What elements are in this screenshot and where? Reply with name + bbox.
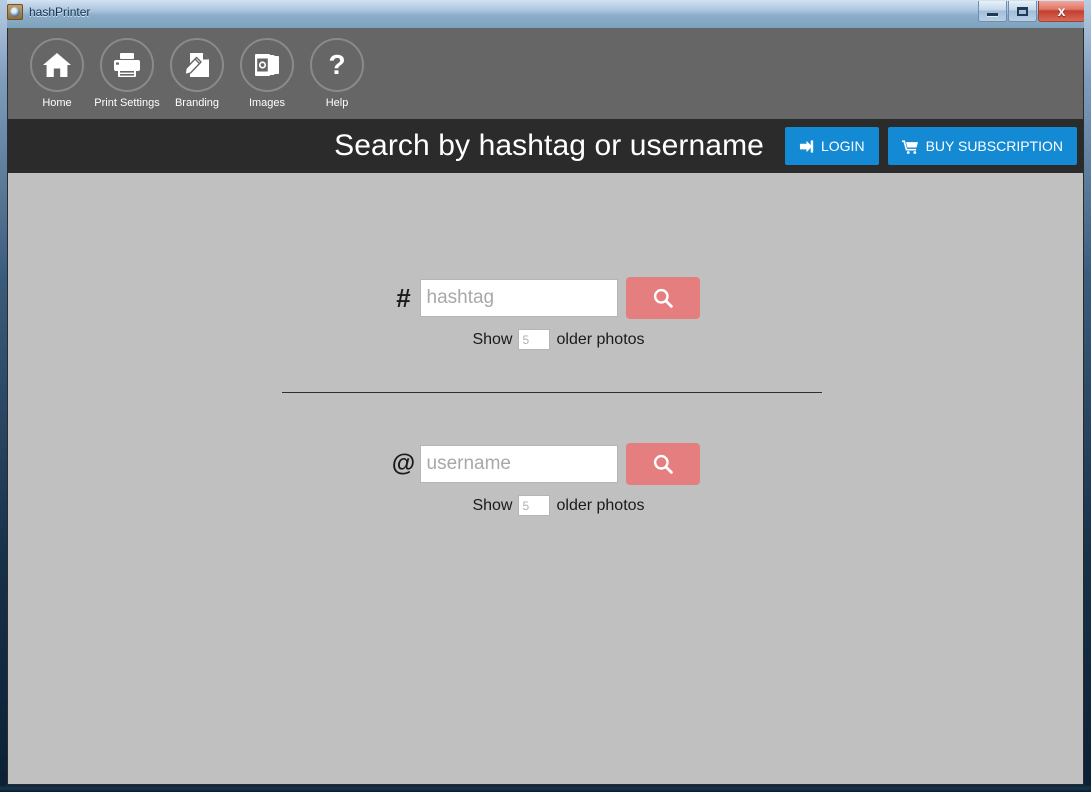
question-mark-icon: ? (310, 38, 364, 92)
username-show-older-row: Show older photos (446, 495, 645, 516)
hashtag-show-prefix-label: Show (472, 330, 513, 348)
hash-sigil-icon: # (396, 283, 411, 313)
search-icon (653, 454, 673, 474)
toolbar-label-print-settings: Print Settings (94, 97, 160, 109)
window-frame-bottom (0, 785, 1091, 792)
toolbar-item-print-settings[interactable]: Print Settings (92, 38, 162, 109)
title-bar[interactable]: hashPrinter x (0, 0, 1091, 28)
username-search-block: @ Show older photos (8, 443, 1083, 516)
hashtag-input[interactable] (419, 279, 618, 317)
username-show-prefix-label: Show (472, 496, 513, 514)
hashtag-older-count-input[interactable] (518, 329, 551, 350)
username-search-row: @ (392, 443, 700, 485)
page-header-bar: Search by hashtag or username LOGIN BUY … (8, 119, 1083, 173)
username-search-button[interactable] (625, 443, 700, 485)
minimize-icon (987, 12, 998, 16)
search-icon (653, 288, 673, 308)
toolbar-item-images[interactable]: Images (232, 38, 302, 109)
window-controls: x (978, 1, 1085, 22)
title-bar-content: hashPrinter (7, 4, 90, 20)
page-body: # Show older photos (8, 173, 1083, 784)
toolbar-item-home[interactable]: Home (22, 38, 92, 109)
window-title: hashPrinter (29, 5, 91, 19)
username-show-suffix-label: older photos (556, 496, 645, 514)
page-title: Search by hashtag or username (334, 129, 764, 162)
hashtag-show-older-row: Show older photos (446, 329, 645, 350)
username-older-count-input[interactable] (518, 495, 551, 516)
app-icon (7, 4, 23, 20)
hashtag-show-suffix-label: older photos (556, 330, 645, 348)
home-icon (30, 38, 84, 92)
buy-subscription-button[interactable]: BUY SUBSCRIPTION (887, 127, 1077, 165)
maximize-button[interactable] (1008, 1, 1037, 22)
toolbar-label-home: Home (42, 97, 72, 109)
toolbar-label-images: Images (248, 97, 286, 109)
at-sigil-icon: @ (391, 450, 416, 477)
hashtag-search-button[interactable] (625, 277, 700, 319)
document-pencil-icon (170, 38, 224, 92)
buy-subscription-button-label: BUY SUBSCRIPTION (925, 138, 1063, 154)
toolbar-item-branding[interactable]: Branding (162, 38, 232, 109)
svg-text:?: ? (328, 50, 345, 80)
hashtag-search-row: # (392, 277, 700, 319)
login-button-label: LOGIN (820, 138, 865, 154)
client-area: Home Print Settings Branding Images ? He… (7, 28, 1084, 785)
login-button[interactable]: LOGIN (784, 127, 879, 165)
window-frame-right (1084, 0, 1091, 792)
application-window: hashPrinter x Home Print Settings Brandi… (0, 0, 1091, 792)
toolbar-label-help: Help (325, 97, 349, 109)
toolbar-label-branding: Branding (174, 97, 220, 109)
main-toolbar: Home Print Settings Branding Images ? He… (8, 28, 1083, 119)
window-frame-left (0, 0, 7, 792)
close-button[interactable]: x (1038, 1, 1085, 22)
username-input[interactable] (419, 445, 618, 483)
sign-in-icon (799, 139, 814, 153)
photo-stack-icon (240, 38, 294, 92)
shopping-cart-icon (901, 139, 918, 154)
printer-icon (100, 38, 154, 92)
maximize-icon (1017, 6, 1028, 16)
toolbar-item-help[interactable]: ? Help (302, 38, 372, 109)
section-divider (282, 392, 822, 393)
minimize-button[interactable] (978, 1, 1007, 22)
hashtag-search-block: # Show older photos (8, 277, 1083, 350)
close-icon: x (1057, 3, 1066, 19)
